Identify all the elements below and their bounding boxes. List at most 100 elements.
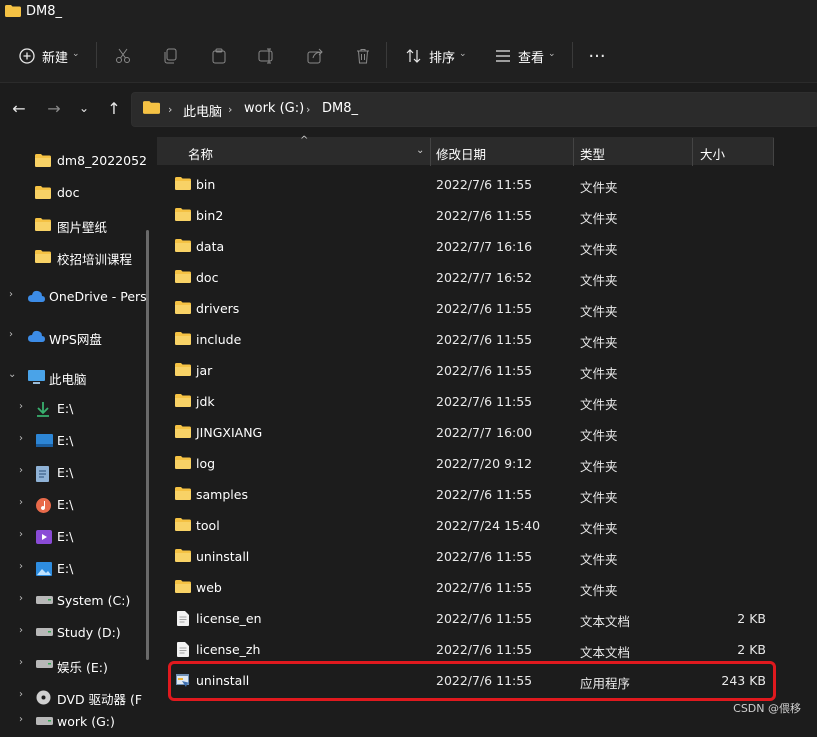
expand-chevron-icon[interactable]: › [19,689,23,700]
breadcrumb-item[interactable]: 此电脑 [183,101,222,120]
expand-chevron-icon[interactable]: › [19,657,23,668]
recent-locations-chevron-icon[interactable]: ⌄ [73,97,95,119]
sidebar-item-label: 此电脑 [49,372,87,387]
file-name: doc [196,270,219,285]
sidebar-scrollbar[interactable] [146,230,149,660]
file-date: 2022/7/6 11:55 [436,580,533,595]
expand-chevron-icon[interactable]: › [19,593,23,604]
expand-chevron-icon[interactable]: › [19,714,23,725]
drive-icon [36,628,53,636]
file-name: data [196,239,225,254]
column-divider[interactable] [430,138,431,166]
sort-button[interactable]: 排序 [429,47,455,66]
copy-icon[interactable] [161,46,181,66]
expand-chevron-icon[interactable]: › [19,625,23,636]
file-date: 2022/7/6 11:55 [436,487,533,502]
back-arrow-icon[interactable]: ← [8,97,30,119]
folder-icon [175,518,191,531]
breadcrumb-item[interactable]: DM8_ [322,101,358,116]
document-icon [36,466,49,482]
expand-chevron-icon[interactable]: › [19,529,23,540]
sidebar-item-label: work (G:) [57,714,115,729]
sort-icon[interactable] [404,46,424,66]
sidebar-item-label: OneDrive - Pers [49,289,147,304]
column-name-header[interactable]: 名称 [188,144,213,163]
more-options-icon[interactable]: ··· [587,46,607,67]
toolbar-divider [572,42,573,68]
file-type: 文件夹 [580,428,618,443]
rename-icon[interactable] [257,46,277,66]
breadcrumb-item[interactable]: work (G:) [244,101,304,116]
file-name: JINGXIANG [196,425,263,440]
view-icon[interactable] [493,46,513,66]
folder-icon [143,101,160,114]
up-arrow-icon[interactable]: ↑ [103,97,125,119]
computer-icon [28,370,45,384]
file-name: log [196,456,216,471]
paste-icon[interactable] [209,46,229,66]
file-name: bin [196,177,216,192]
file-date: 2022/7/20 9:12 [436,456,533,471]
new-icon[interactable] [17,46,37,66]
file-type: 文件夹 [580,366,618,381]
forward-arrow-icon[interactable]: → [43,97,65,119]
drive-icon [36,660,53,668]
folder-icon [175,239,191,252]
file-date: 2022/7/6 11:55 [436,549,533,564]
file-type: 文件夹 [580,490,618,505]
expand-chevron-icon[interactable]: ⌄ [8,369,16,380]
expand-chevron-icon[interactable]: › [19,465,23,476]
title-bar [0,0,817,24]
chevron-down-icon[interactable]: ⌄ [459,49,467,59]
file-date: 2022/7/6 11:55 [436,642,533,657]
folder-icon [175,487,191,500]
picture-icon [36,562,52,576]
file-type: 文件夹 [580,583,618,598]
file-name: uninstall [196,549,250,564]
column-divider[interactable] [773,138,774,166]
file-type: 文件夹 [580,211,618,226]
folder-icon [175,332,191,345]
disc-icon [36,690,51,705]
cut-icon[interactable] [113,46,133,66]
column-divider[interactable] [692,138,693,166]
file-name: samples [196,487,248,502]
cloud-icon [28,330,45,342]
sidebar-item-label: E:\ [57,497,74,512]
column-type-header[interactable]: 类型 [580,144,605,163]
file-date: 2022/7/7 16:16 [436,239,533,254]
column-size-header[interactable]: 大小 [700,144,725,163]
file-name: include [196,332,242,347]
expand-chevron-icon[interactable]: › [19,497,23,508]
breadcrumb-chevron-icon[interactable]: › [306,103,310,116]
folder-icon [175,270,191,283]
cloud-icon [28,290,45,302]
column-date-header[interactable]: 修改日期 [436,144,486,163]
delete-icon[interactable] [353,46,373,66]
view-button[interactable]: 查看 [518,47,544,66]
drive-icon [36,596,53,604]
file-type: 文件夹 [580,521,618,536]
file-name: bin2 [196,208,224,223]
column-divider[interactable] [573,138,574,166]
expand-chevron-icon[interactable]: › [9,329,13,340]
address-bar[interactable] [131,92,817,127]
toolbar-divider [386,42,387,68]
breadcrumb-chevron-icon[interactable]: › [228,103,232,116]
folder-icon [175,363,191,376]
folder-icon [175,208,191,221]
file-type: 文件夹 [580,335,618,350]
new-button[interactable]: 新建 [42,47,68,66]
expand-chevron-icon[interactable]: › [9,289,13,300]
sidebar-item-label: DVD 驱动器 (F [57,692,143,707]
file-date: 2022/7/6 11:55 [436,611,533,626]
file-name: jar [196,363,213,378]
expand-chevron-icon[interactable]: › [19,401,23,412]
chevron-down-icon[interactable]: ⌄ [72,49,80,59]
chevron-down-icon[interactable]: ⌄ [548,49,556,59]
expand-chevron-icon[interactable]: › [19,561,23,572]
share-icon[interactable] [305,46,325,66]
sidebar-item-label: dm8_2022052 [57,153,147,168]
expand-chevron-icon[interactable]: › [19,433,23,444]
chevron-down-icon[interactable]: ⌄ [416,145,424,156]
